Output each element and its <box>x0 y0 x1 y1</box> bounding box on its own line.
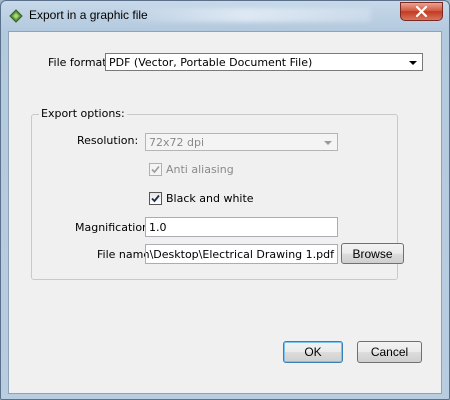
chevron-down-icon <box>409 61 417 65</box>
app-icon <box>9 9 23 23</box>
cancel-button-label: Cancel <box>370 345 409 359</box>
file-name-value: C:\Users\Ganesh\Desktop\Electrical Drawi… <box>146 248 334 261</box>
anti-aliasing-label: Anti aliasing <box>166 163 234 176</box>
file-format-value: PDF (Vector, Portable Document File) <box>109 56 313 69</box>
check-icon <box>151 194 160 203</box>
close-icon <box>415 6 428 17</box>
file-format-select[interactable]: PDF (Vector, Portable Document File) <box>105 53 423 71</box>
window-title: Export in a graphic file <box>29 8 148 22</box>
anti-aliasing-checkbox[interactable] <box>149 163 162 176</box>
close-button[interactable] <box>400 2 443 21</box>
ok-button[interactable]: OK <box>283 341 343 363</box>
chevron-down-icon <box>324 141 332 145</box>
export-options-legend: Export options: <box>39 107 127 120</box>
title-bar-reflection <box>121 8 371 22</box>
resolution-value: 72x72 dpi <box>149 136 205 149</box>
black-and-white-label: Black and white <box>166 192 254 205</box>
dialog-body: File format: PDF (Vector, Portable Docum… <box>8 31 442 394</box>
file-format-label: File format: <box>48 56 111 69</box>
browse-button-label: Browse <box>352 247 393 261</box>
magnification-label: Magnification: <box>75 221 153 234</box>
black-and-white-checkbox[interactable] <box>149 192 162 205</box>
magnification-value: 1.0 <box>149 221 167 234</box>
dialog-window: Export in a graphic file File format: PD… <box>0 0 450 400</box>
check-icon <box>151 165 160 174</box>
browse-button[interactable]: Browse <box>341 243 404 264</box>
magnification-input[interactable]: 1.0 <box>145 217 338 237</box>
title-bar[interactable]: Export in a graphic file <box>1 1 449 30</box>
cancel-button[interactable]: Cancel <box>357 341 422 363</box>
resolution-select[interactable]: 72x72 dpi <box>145 133 338 151</box>
file-name-input[interactable]: C:\Users\Ganesh\Desktop\Electrical Drawi… <box>145 244 338 264</box>
ok-button-label: OK <box>304 345 322 359</box>
resolution-label: Resolution: <box>77 134 139 147</box>
